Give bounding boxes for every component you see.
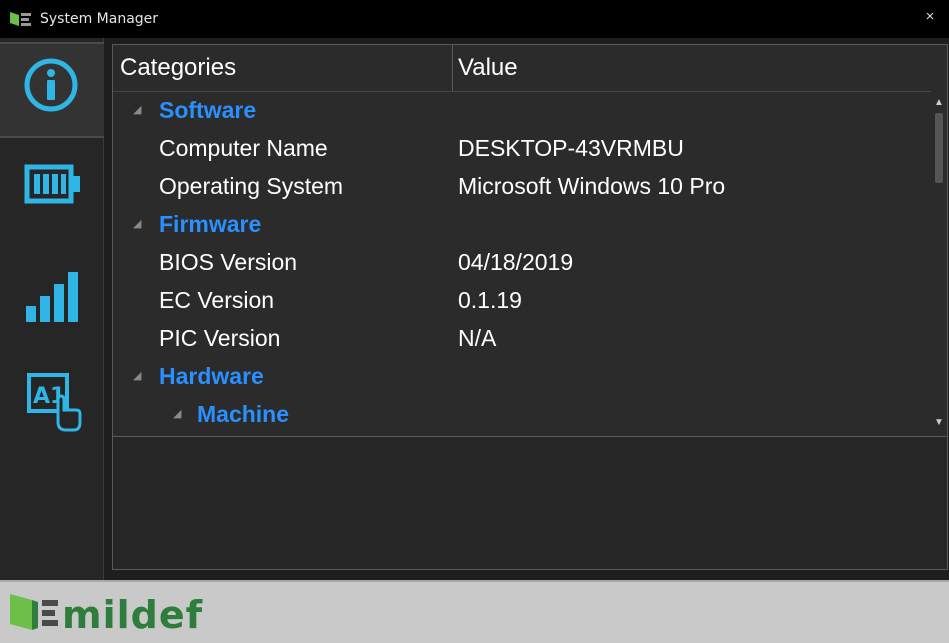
row-category: Operating System xyxy=(159,173,344,199)
battery-icon xyxy=(24,164,80,204)
signal-bars-icon xyxy=(26,272,78,322)
scroll-thumb[interactable] xyxy=(935,113,943,183)
expand-arrow-icon[interactable]: ◢ xyxy=(173,395,181,433)
tree-row-group[interactable]: ◢ Machine xyxy=(113,395,931,433)
row-category: Firmware xyxy=(159,211,262,237)
sidebar-item-signal[interactable] xyxy=(0,262,104,332)
tree-row[interactable]: PIC Version N/A xyxy=(113,319,931,357)
expand-arrow-icon[interactable]: ◢ xyxy=(133,357,141,395)
row-value: Microsoft Windows 10 Pro xyxy=(458,173,726,199)
system-manager-window: System Manager × A1 Categories Value ◢ S… xyxy=(0,0,949,643)
expand-arrow-icon[interactable]: ◢ xyxy=(133,205,141,243)
row-value: 0.1.19 xyxy=(458,287,522,313)
sidebar: A1 xyxy=(0,38,104,580)
title-bar[interactable]: System Manager × xyxy=(0,0,949,38)
mildef-logo: mildef xyxy=(10,593,203,636)
row-category: EC Version xyxy=(159,287,275,313)
mildef-app-icon xyxy=(10,12,31,26)
brand-wordmark: mildef xyxy=(62,593,203,636)
tree-row[interactable]: Operating System Microsoft Windows 10 Pr… xyxy=(113,167,931,205)
tree-row-group[interactable]: ◢ Firmware xyxy=(113,205,931,243)
row-value: 04/18/2019 xyxy=(458,249,574,275)
row-category: Hardware xyxy=(159,363,264,389)
sidebar-item-battery[interactable] xyxy=(0,148,104,228)
column-header-value[interactable]: Value xyxy=(453,45,931,91)
tree-row[interactable]: EC Version 0.1.19 xyxy=(113,281,931,319)
properties-tree: Categories Value ◢ Software Computer Nam… xyxy=(113,45,947,437)
row-category: Software xyxy=(159,97,257,123)
sidebar-item-touch-settings[interactable]: A1 xyxy=(0,360,104,440)
row-category: BIOS Version xyxy=(159,249,298,275)
sidebar-item-info[interactable] xyxy=(0,42,104,138)
touch-a1-icon: A1 xyxy=(27,373,82,432)
scroll-down-icon[interactable]: ▼ xyxy=(933,417,945,429)
detail-panel xyxy=(113,438,947,569)
tree-row-group[interactable]: ◢ Software xyxy=(113,91,931,129)
scroll-up-icon[interactable]: ▲ xyxy=(933,97,945,109)
vertical-scrollbar[interactable]: ▲ ▼ xyxy=(931,91,947,436)
close-button[interactable]: × xyxy=(919,6,941,28)
tree-row[interactable]: Computer Name DESKTOP-43VRMBU xyxy=(113,129,931,167)
window-title: System Manager xyxy=(40,11,159,27)
row-category: Machine xyxy=(197,401,290,427)
row-value: N/A xyxy=(458,325,497,351)
info-icon xyxy=(24,58,78,112)
tree-row[interactable]: BIOS Version 04/18/2019 xyxy=(113,243,931,281)
footer-bar: mildef xyxy=(0,580,949,643)
tree-row-group[interactable]: ◢ Hardware xyxy=(113,357,931,395)
row-value: DESKTOP-43VRMBU xyxy=(458,135,684,161)
row-category: Computer Name xyxy=(159,135,328,161)
row-category: PIC Version xyxy=(159,325,281,351)
content-area: Categories Value ◢ Software Computer Nam… xyxy=(112,44,948,570)
expand-arrow-icon[interactable]: ◢ xyxy=(133,91,141,129)
column-header-categories[interactable]: Categories xyxy=(113,45,453,91)
